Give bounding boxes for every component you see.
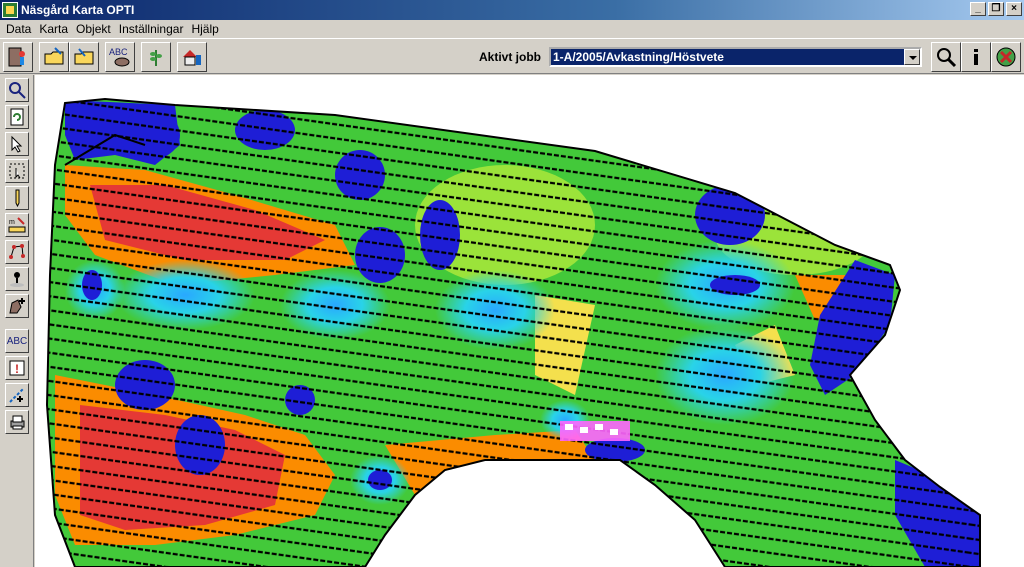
crop-button[interactable] [141, 42, 171, 72]
menu-bar: Data Karta Objekt Inställningar Hjälp [0, 20, 1024, 38]
active-job-select[interactable]: 1-A/2005/Avkastning/Höstvete [549, 47, 922, 67]
info-button[interactable] [961, 42, 991, 72]
text-tool[interactable]: ABC [5, 329, 29, 353]
soil-sampler-icon [10, 272, 24, 287]
menu-karta[interactable]: Karta [35, 22, 72, 36]
label-button[interactable]: ABC [105, 42, 135, 72]
abc-text: ABC [109, 47, 128, 57]
select-tool[interactable] [5, 132, 29, 156]
menu-data[interactable]: Data [2, 22, 35, 36]
info-icon [974, 49, 978, 65]
menu-hjalp[interactable]: Hjälp [187, 22, 222, 36]
farm-button[interactable] [177, 42, 207, 72]
warning-tool[interactable]: ! [5, 356, 29, 380]
pencil-icon [15, 189, 20, 207]
area-select-icon [9, 163, 25, 179]
ruler-icon: m [8, 217, 26, 233]
exit-button[interactable] [3, 42, 33, 72]
zoom-tool[interactable] [5, 78, 29, 102]
svg-text:m: m [9, 219, 15, 226]
highlighted-area[interactable] [560, 421, 630, 441]
line-tool[interactable] [5, 383, 29, 407]
close-button[interactable]: × [1006, 2, 1022, 16]
measure-tool[interactable]: m [5, 213, 29, 237]
cancel-icon [996, 47, 1016, 67]
exclaim-text: ! [15, 362, 19, 376]
abc-text: ABC [6, 335, 28, 347]
printer-icon [10, 415, 25, 430]
print-tool[interactable] [5, 410, 29, 434]
magnifier-icon [937, 48, 957, 68]
magnifier-icon [9, 82, 26, 99]
save-folder-icon [74, 48, 94, 65]
draw-tool[interactable] [5, 186, 29, 210]
open-folder-icon [44, 47, 64, 65]
restore-button[interactable]: ❐ [988, 2, 1004, 16]
area-select-tool[interactable] [5, 159, 29, 183]
exit-door-icon [8, 47, 25, 67]
refresh-tool[interactable] [5, 105, 29, 129]
farm-house-icon [183, 50, 201, 66]
minimize-button[interactable]: _ [970, 2, 986, 16]
close-map-button[interactable] [991, 42, 1021, 72]
sample-point-tool[interactable] [5, 267, 29, 291]
polygon-nodes-icon [9, 244, 25, 259]
polygon-tool[interactable] [5, 240, 29, 264]
save-button[interactable] [69, 42, 99, 72]
title-bar: Näsgård Karta OPTI _ ❐ × [0, 0, 1024, 20]
add-line-icon [9, 387, 25, 403]
add-object-icon [9, 298, 25, 314]
exclamation-icon: ! [9, 360, 25, 376]
refresh-page-icon [10, 108, 24, 126]
menu-objekt[interactable]: Objekt [72, 22, 115, 36]
add-object-tool[interactable] [5, 294, 29, 318]
map-view[interactable] [35, 75, 1024, 567]
app-icon [2, 2, 18, 18]
pointer-icon [11, 135, 23, 153]
main-toolbar: ABC Aktivt jobb 1-A/2005/Avkastning/Höst… [0, 38, 1024, 74]
search-button[interactable] [931, 42, 961, 72]
menu-installningar[interactable]: Inställningar [115, 22, 188, 36]
wheat-icon [150, 50, 162, 66]
active-job-value: 1-A/2005/Avkastning/Höstvete [553, 50, 724, 64]
active-job-label: Aktivt jobb [479, 50, 541, 64]
open-button[interactable] [39, 42, 69, 72]
window-controls: _ ❐ × [970, 2, 1022, 16]
left-toolbar: m ABC ! [0, 75, 34, 567]
window-title: Näsgård Karta OPTI [21, 3, 135, 17]
abc-label-icon: ABC [109, 47, 130, 67]
dropdown-arrow-icon[interactable] [904, 49, 920, 65]
field-zones [47, 99, 980, 567]
yield-map[interactable] [35, 75, 1024, 567]
